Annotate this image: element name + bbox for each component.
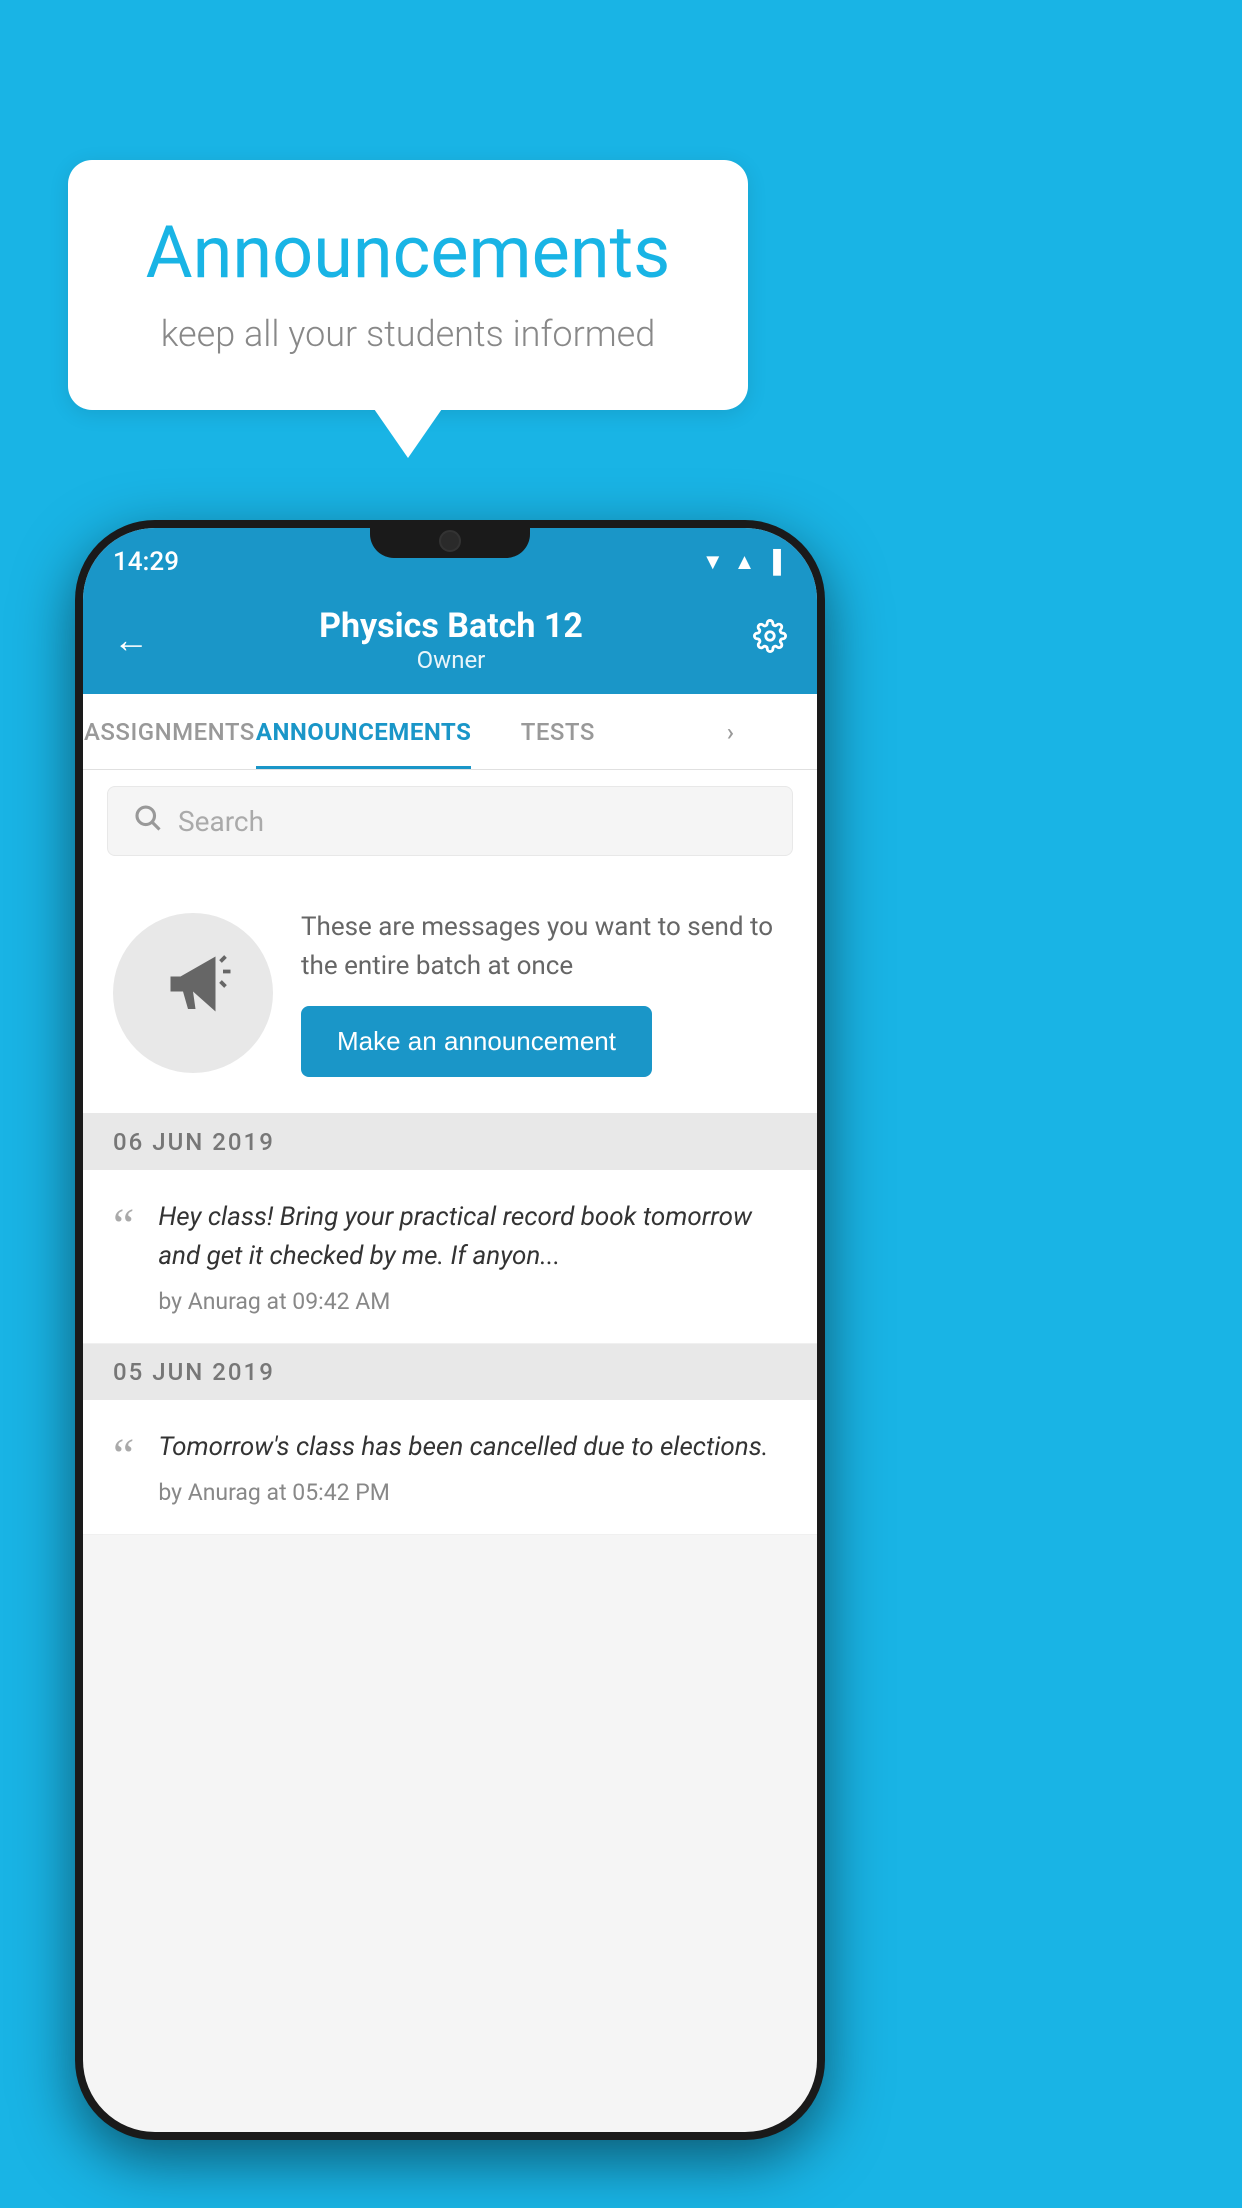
make-announcement-button[interactable]: Make an announcement bbox=[301, 1006, 652, 1077]
phone-screen: 14:29 ▼ ▲ ▐ ← Physics Batch 12 Owner bbox=[83, 528, 817, 2132]
tab-announcements[interactable]: ANNOUNCEMENTS bbox=[256, 694, 472, 769]
bubble-subtitle: keep all your students informed bbox=[128, 313, 688, 355]
bubble-title: Announcements bbox=[128, 210, 688, 295]
phone-outer: 14:29 ▼ ▲ ▐ ← Physics Batch 12 Owner bbox=[75, 520, 825, 2140]
tab-bar: ASSIGNMENTS ANNOUNCEMENTS TESTS › bbox=[83, 694, 817, 770]
search-bar[interactable]: Search bbox=[107, 786, 793, 856]
search-icon bbox=[132, 802, 162, 840]
megaphone-icon bbox=[153, 944, 233, 1042]
prompt-content: These are messages you want to send to t… bbox=[301, 908, 787, 1077]
announcement-content-1: Hey class! Bring your practical record b… bbox=[158, 1198, 787, 1315]
tab-more[interactable]: › bbox=[644, 694, 817, 769]
speech-bubble: Announcements keep all your students inf… bbox=[68, 160, 748, 410]
tab-assignments[interactable]: ASSIGNMENTS bbox=[83, 694, 256, 769]
phone-mockup: 14:29 ▼ ▲ ▐ ← Physics Batch 12 Owner bbox=[75, 520, 825, 2160]
date-separator-1: 06 JUN 2019 bbox=[83, 1114, 817, 1170]
quote-icon-2: “ bbox=[113, 1432, 134, 1480]
battery-icon: ▐ bbox=[765, 549, 781, 575]
megaphone-circle bbox=[113, 913, 273, 1073]
announcement-item-1[interactable]: “ Hey class! Bring your practical record… bbox=[83, 1170, 817, 1344]
date-separator-2: 05 JUN 2019 bbox=[83, 1344, 817, 1400]
announcement-meta-1: by Anurag at 09:42 AM bbox=[158, 1288, 787, 1315]
announcement-meta-2: by Anurag at 05:42 PM bbox=[158, 1479, 787, 1506]
quote-icon-1: “ bbox=[113, 1202, 134, 1250]
phone-camera bbox=[439, 530, 461, 552]
search-input[interactable]: Search bbox=[178, 805, 264, 838]
status-time: 14:29 bbox=[113, 547, 179, 577]
back-button[interactable]: ← bbox=[113, 619, 149, 661]
speech-bubble-container: Announcements keep all your students inf… bbox=[68, 160, 748, 410]
announcement-item-2[interactable]: “ Tomorrow's class has been cancelled du… bbox=[83, 1400, 817, 1535]
announcement-prompt: These are messages you want to send to t… bbox=[83, 872, 817, 1114]
batch-name: Physics Batch 12 bbox=[319, 606, 583, 646]
settings-button[interactable] bbox=[753, 619, 787, 662]
announcement-text-2: Tomorrow's class has been cancelled due … bbox=[158, 1428, 787, 1467]
announcement-text-1: Hey class! Bring your practical record b… bbox=[158, 1198, 787, 1276]
header-center: Physics Batch 12 Owner bbox=[319, 606, 583, 674]
tab-tests[interactable]: TESTS bbox=[471, 694, 644, 769]
wifi-icon: ▼ bbox=[702, 549, 724, 575]
user-role: Owner bbox=[319, 646, 583, 674]
status-icons: ▼ ▲ ▐ bbox=[702, 549, 781, 575]
phone-notch bbox=[370, 520, 530, 558]
signal-icon: ▲ bbox=[734, 549, 756, 575]
search-container: Search bbox=[83, 770, 817, 872]
prompt-description: These are messages you want to send to t… bbox=[301, 908, 787, 986]
app-header: ← Physics Batch 12 Owner bbox=[83, 588, 817, 694]
announcement-content-2: Tomorrow's class has been cancelled due … bbox=[158, 1428, 787, 1506]
